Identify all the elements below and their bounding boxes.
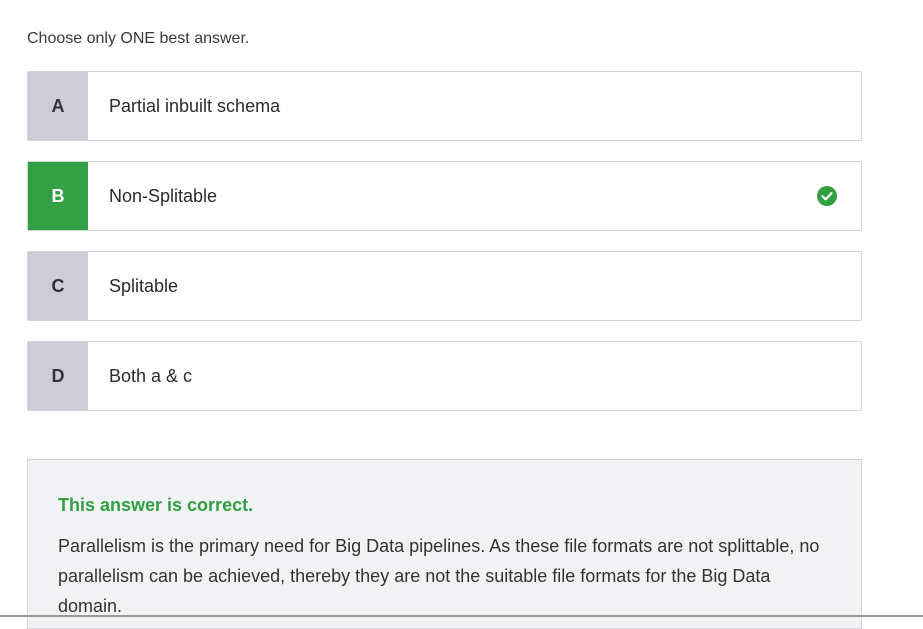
option-letter: A: [28, 72, 88, 140]
option-letter: D: [28, 342, 88, 410]
option-letter: B: [28, 162, 88, 230]
feedback-explanation: Parallelism is the primary need for Big …: [58, 536, 820, 616]
answer-options: A Partial inbuilt schema B Non-Splitable…: [27, 71, 862, 431]
option-label: Non-Splitable: [109, 185, 218, 206]
check-circle-icon: [817, 186, 837, 206]
option-d[interactable]: D Both a & c: [27, 341, 862, 411]
option-a[interactable]: A Partial inbuilt schema: [27, 71, 862, 141]
option-label: Both a & c: [109, 365, 193, 386]
option-label: Splitable: [109, 275, 179, 296]
feedback-title: This answer is correct.: [58, 495, 254, 515]
option-b[interactable]: B Non-Splitable: [27, 161, 862, 231]
option-letter: C: [28, 252, 88, 320]
instruction-text: Choose only ONE best answer.: [27, 30, 250, 47]
feedback-panel: This answer is correct. Parallelism is t…: [27, 459, 862, 629]
option-c[interactable]: C Splitable: [27, 251, 862, 321]
option-label: Partial inbuilt schema: [109, 95, 281, 116]
correct-indicator: [767, 162, 861, 230]
